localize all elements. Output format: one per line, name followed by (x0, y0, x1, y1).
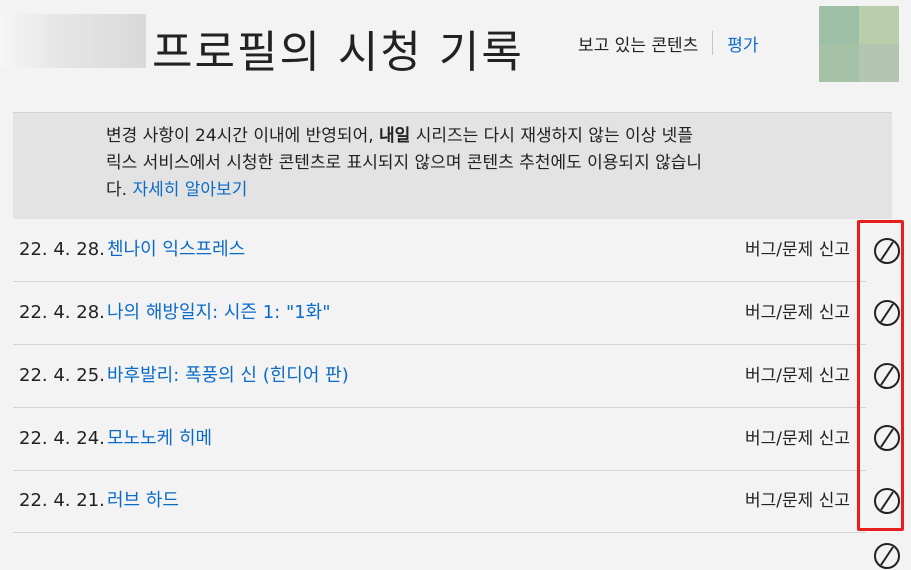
nav-ratings-link[interactable]: 평가 (727, 31, 758, 56)
avatar-tile (819, 44, 859, 82)
notice-text-bold: 내일 (379, 126, 411, 146)
history-row: 22. 4. 24. 모노노케 히메 버그/문제 신고 (13, 408, 866, 471)
row-title-link[interactable]: 나의 해방일지: 시즌 1: "1화" (107, 282, 331, 344)
highlight-annotation-box (857, 220, 904, 531)
history-row: 22. 4. 28. 나의 해방일지: 시즌 1: "1화" 버그/문제 신고 (13, 282, 866, 345)
learn-more-link[interactable]: 자세히 알아보기 (132, 180, 247, 200)
nav-viewing-activity[interactable]: 보고 있는 콘텐츠 (578, 31, 698, 56)
report-problem-link[interactable]: 버그/문제 신고 (745, 219, 850, 281)
notice-text-before: 변경 사항이 24시간 이내에 반영되어, (106, 126, 380, 146)
header-nav: 보고 있는 콘텐츠 평가 (578, 30, 759, 56)
row-date: 22. 4. 25. (19, 365, 105, 386)
report-problem-link[interactable]: 버그/문제 신고 (745, 282, 850, 344)
avatar-tile (859, 44, 899, 82)
row-date: 22. 4. 21. (19, 490, 105, 511)
page-title: 프로필의 시청 기록 (152, 27, 524, 78)
avatar-tile (819, 6, 859, 44)
report-problem-link[interactable]: 버그/문제 신고 (745, 345, 850, 407)
nav-divider (712, 31, 714, 55)
row-date: 22. 4. 24. (19, 428, 105, 449)
blurred-logo-area (0, 14, 146, 68)
profile-avatar[interactable] (819, 6, 899, 82)
history-row: 22. 4. 28. 첸나이 익스프레스 버그/문제 신고 (13, 219, 866, 282)
avatar-tile (859, 6, 899, 44)
report-problem-link[interactable]: 버그/문제 신고 (745, 470, 850, 532)
report-problem-link[interactable]: 버그/문제 신고 (745, 408, 850, 470)
row-date: 22. 4. 28. (19, 302, 105, 323)
history-notice: 변경 사항이 24시간 이내에 반영되어, 내일 시리즈는 다시 재생하지 않는… (13, 112, 892, 219)
row-title-link[interactable]: 러브 하드 (107, 470, 179, 532)
row-title-link[interactable]: 첸나이 익스프레스 (107, 219, 245, 281)
row-title-link[interactable]: 모노노케 히메 (107, 408, 212, 470)
notice-text: 변경 사항이 24시간 이내에 반영되어, 내일 시리즈는 다시 재생하지 않는… (106, 123, 706, 204)
row-date: 22. 4. 28. (19, 239, 105, 260)
hide-from-history-icon[interactable] (873, 542, 901, 570)
history-row: 22. 4. 25. 바후발리: 폭풍의 신 (힌디어 판) 버그/문제 신고 (13, 345, 866, 408)
row-title-link[interactable]: 바후발리: 폭풍의 신 (힌디어 판) (107, 345, 349, 407)
history-row: 22. 4. 21. 러브 하드 버그/문제 신고 (13, 470, 866, 533)
